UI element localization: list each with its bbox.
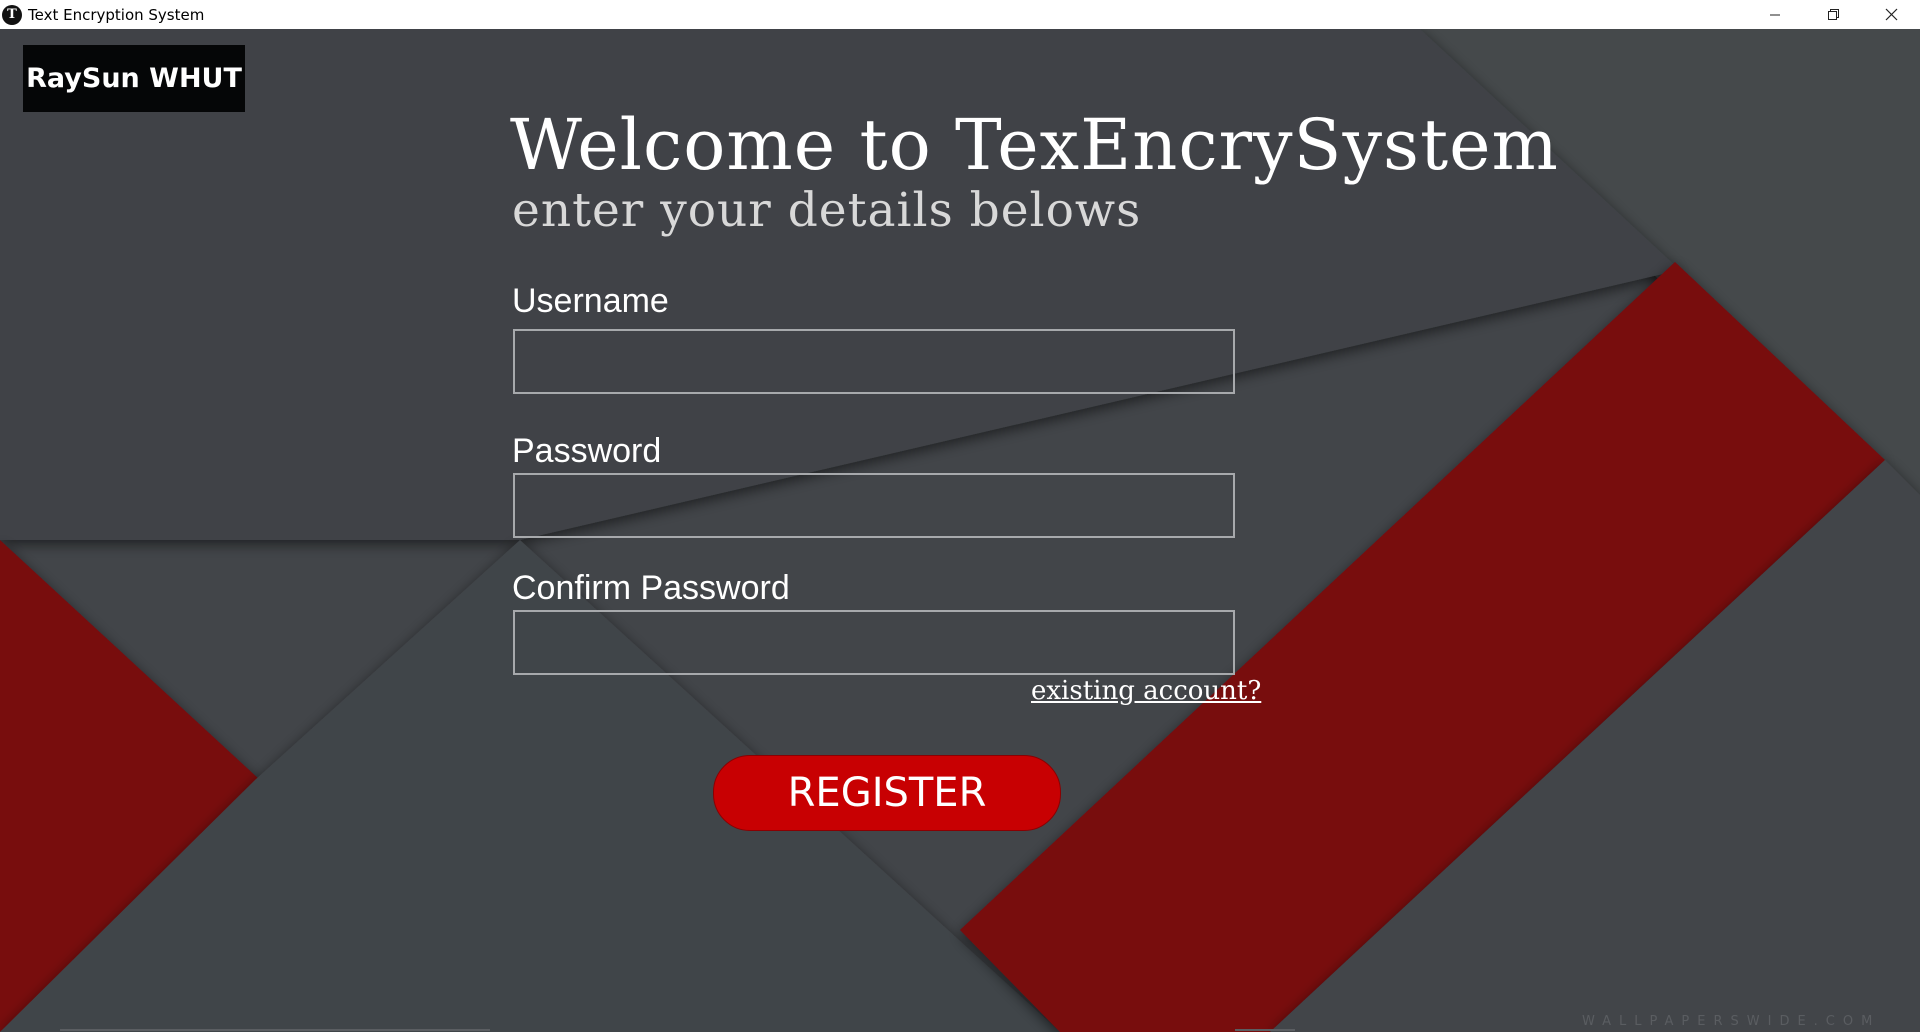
password-label: Password	[512, 432, 662, 470]
wallpaper-watermark: WALLPAPERSWIDE.COM	[1582, 1014, 1881, 1029]
minimize-button[interactable]	[1746, 0, 1804, 29]
confirm-password-input[interactable]	[513, 610, 1235, 675]
window-controls	[1746, 0, 1920, 29]
password-input[interactable]	[513, 473, 1235, 538]
page-title: Welcome to TexEncrySystem	[510, 104, 1559, 186]
restore-icon	[1827, 9, 1839, 20]
page-subtitle: enter your details belows	[512, 183, 1142, 238]
restore-button[interactable]	[1804, 0, 1862, 29]
username-label: Username	[512, 282, 669, 320]
brand-badge: RaySun WHUT	[23, 45, 245, 112]
window-title: Text Encryption System	[28, 5, 205, 24]
title-bar: T Text Encryption System	[0, 0, 1920, 29]
username-input[interactable]	[513, 329, 1235, 394]
register-button[interactable]: REGISTER	[713, 755, 1061, 831]
existing-account-link[interactable]: existing account?	[1031, 676, 1261, 706]
close-icon	[1885, 8, 1897, 21]
minimize-icon	[1770, 14, 1780, 15]
close-button[interactable]	[1862, 0, 1920, 29]
confirm-password-label: Confirm Password	[512, 569, 790, 607]
app-window: T Text Encryption System RaySun WHUT Wel…	[0, 0, 1920, 1032]
app-logo-icon: T	[2, 4, 22, 25]
